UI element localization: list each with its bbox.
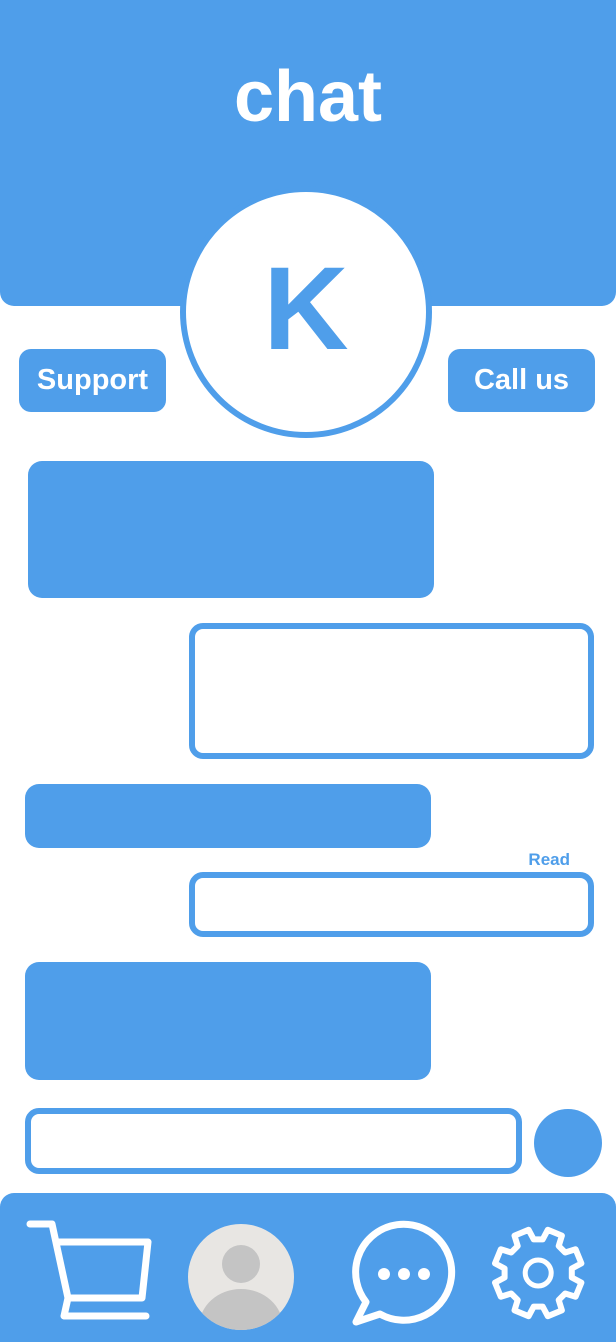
message-bubble-incoming — [25, 962, 431, 1080]
message-bubble-outgoing — [189, 623, 594, 759]
page-title: chat — [233, 57, 383, 137]
message-input[interactable] — [25, 1108, 522, 1174]
message-bubble-incoming — [25, 784, 431, 848]
gear-icon[interactable] — [489, 1218, 595, 1328]
send-button[interactable] — [534, 1109, 602, 1177]
chat-bubble-icon[interactable] — [348, 1218, 458, 1328]
call-us-button[interactable]: Call us — [448, 349, 595, 412]
contact-avatar: K — [180, 186, 432, 438]
message-bubble-outgoing — [189, 872, 594, 937]
support-button[interactable]: Support — [19, 349, 166, 412]
cart-icon[interactable] — [24, 1218, 158, 1328]
message-bubble-incoming — [28, 461, 434, 598]
read-receipt: Read — [528, 850, 570, 869]
profile-avatar-icon[interactable] — [188, 1224, 294, 1330]
avatar-initial: K — [263, 243, 349, 375]
